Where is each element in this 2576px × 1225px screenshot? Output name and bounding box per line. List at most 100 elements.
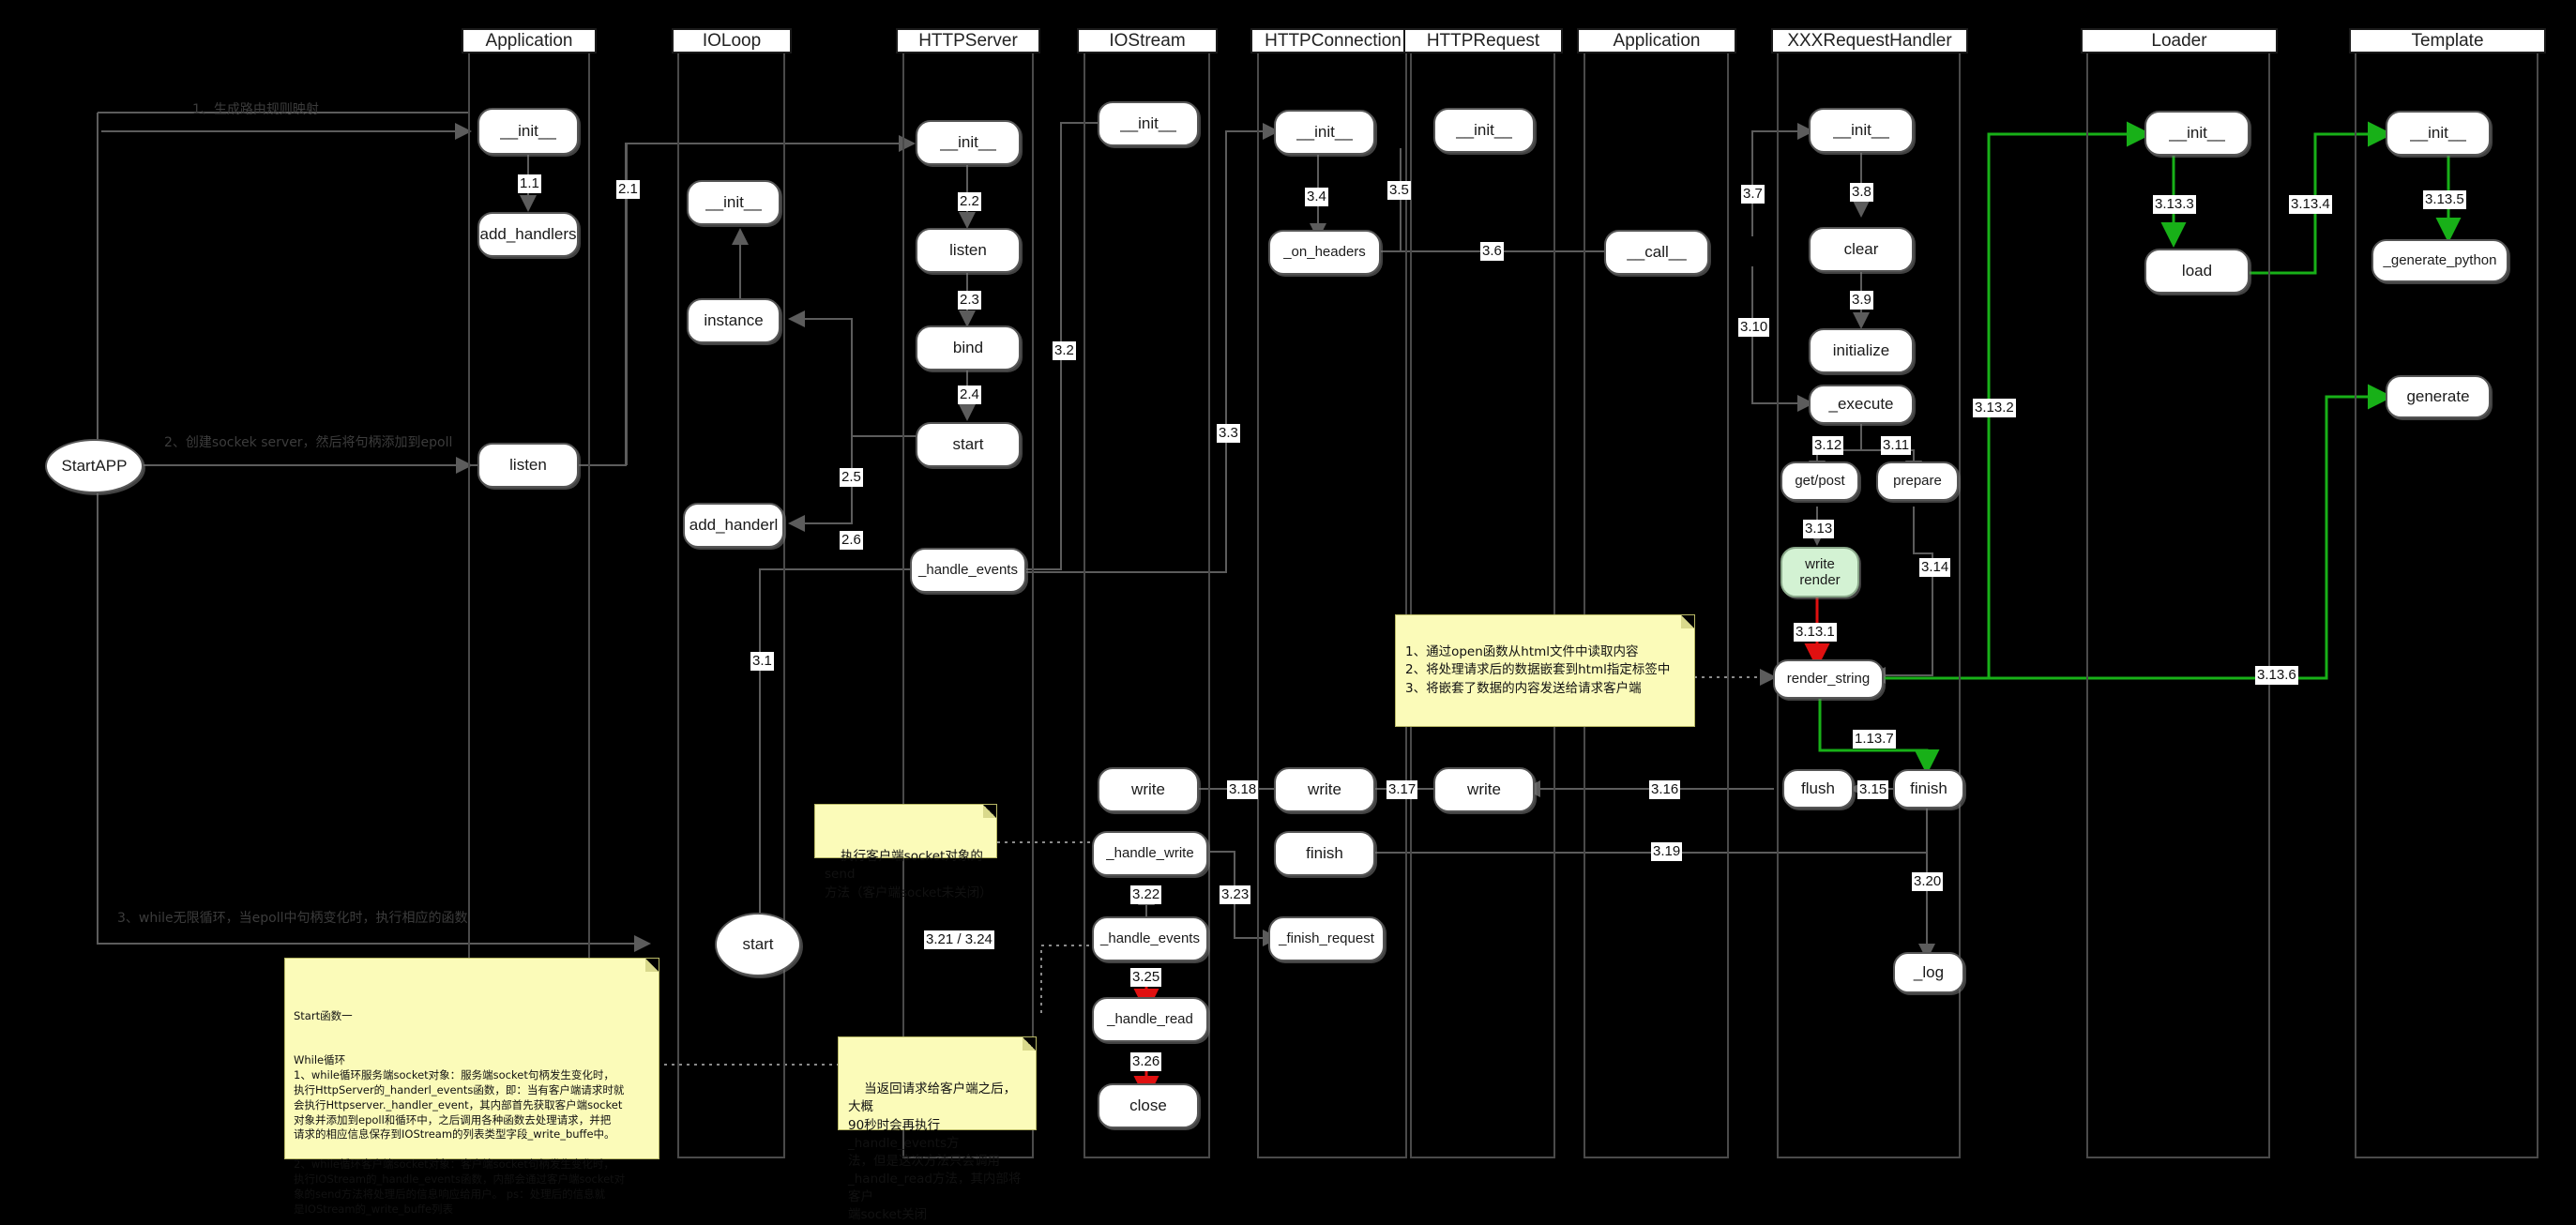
node-label: bind [952,339,984,357]
note-start-header: Start函数一 [294,1008,353,1022]
node-label: add_handlers [479,225,577,244]
node-label: get/post [1795,473,1845,490]
node-httpserver-handle-events[interactable]: _handle_events [910,548,1026,593]
edge-label-3-8: 3.8 [1850,183,1873,202]
lane-label: Loader [2151,30,2207,51]
lane-header-httprequest: HTTPRequest [1403,28,1563,53]
edge-label-3-18: 3.18 [1227,780,1259,799]
node-httpserver-start[interactable]: start [916,422,1021,467]
node-handler-initialize[interactable]: initialize [1809,328,1914,373]
node-handler-get-post[interactable]: get/post [1780,461,1859,501]
node-handler-execute[interactable]: _execute [1809,385,1914,424]
node-httprequest-init[interactable]: __init__ [1433,108,1535,153]
node-label: clear [1843,240,1879,259]
edge-label-3-7: 3.7 [1741,185,1765,204]
edge-label-3-22: 3.22 [1130,885,1162,904]
edge-label-3-13-3: 3.13.3 [2153,195,2196,214]
node-httpconnection-finish-request[interactable]: _finish_request [1268,916,1385,961]
node-application-init[interactable]: __init__ [477,108,579,155]
edge-label-3-21-24: 3.21 / 3.24 [924,930,994,949]
node-handler-log[interactable]: _log [1893,952,1964,993]
edge-label-3-11: 3.11 [1881,436,1912,455]
node-label: _handle_events [918,562,1018,579]
diagram-canvas: Application IOLoop HTTPServer IOStream H… [0,0,2576,1222]
node-handler-flush[interactable]: flush [1782,769,1854,809]
note-fold-corner [1023,1037,1036,1051]
start-node[interactable]: StartAPP [45,439,144,493]
node-iostream-handle-events[interactable]: _handle_events [1092,916,1208,961]
node-label: finish [1306,844,1343,863]
node-label: __init__ [2169,124,2225,143]
node-handler-clear[interactable]: clear [1809,227,1914,272]
node-loader-load[interactable]: load [2144,249,2250,294]
start-node-label: StartAPP [61,457,128,476]
note-fold-corner [645,959,659,972]
edge-label-3-13-6: 3.13.6 [2255,666,2298,685]
node-loader-init[interactable]: __init__ [2144,111,2250,156]
node-iostream-close[interactable]: close [1098,1083,1199,1128]
node-iostream-write[interactable]: write [1098,767,1199,812]
flow-text-step1: 1、生成路由规则映射 [192,102,319,117]
node-httpserver-listen[interactable]: listen [916,228,1021,273]
node-template-generate[interactable]: generate [2386,375,2491,418]
lane-header-iostream: IOStream [1077,28,1218,53]
edge-label-2-6: 2.6 [840,531,863,550]
edge-label-3-1: 3.1 [750,652,774,671]
node-label: _handle_read [1107,1011,1193,1028]
edge-label-3-9: 3.9 [1850,291,1873,310]
edge-label-3-12: 3.12 [1812,436,1844,455]
node-template-init[interactable]: __init__ [2386,111,2491,156]
edge-label-2-5: 2.5 [840,468,863,487]
node-handler-prepare[interactable]: prepare [1876,461,1959,501]
node-iostream-handle-write[interactable]: _handle_write [1092,831,1208,876]
lane-label: Application [485,30,573,51]
edge-label-2-1: 2.1 [616,180,640,199]
lane-body-application2 [1583,52,1729,1158]
edge-label-3-2: 3.2 [1053,341,1076,360]
node-ioloop-instance[interactable]: instance [687,298,780,343]
node-httpconnection-init[interactable]: __init__ [1274,110,1375,155]
node-label: __call__ [1627,243,1687,262]
node-application2-call[interactable]: __call__ [1604,230,1709,275]
lane-body-iostream [1083,52,1210,1158]
lane-body-template [2355,52,2538,1158]
node-handler-finish[interactable]: finish [1893,769,1964,809]
lane-header-ioloop: IOLoop [672,28,792,53]
node-httpconnection-on-headers[interactable]: _on_headers [1268,230,1381,275]
node-ioloop-add-handerl[interactable]: add_handerl [683,503,784,548]
edge-label-2-4: 2.4 [958,386,981,404]
node-handler-render-string[interactable]: render_string [1773,659,1884,699]
node-label: _handle_events [1100,930,1200,947]
edge-label-1-13-7: 1.13.7 [1853,730,1896,749]
note-text: 当返回请求给客户端之后，大概 90秒时会再执行_handle_events方 法… [848,1081,1022,1223]
node-ioloop-init[interactable]: __init__ [687,180,780,225]
lane-header-template: Template [2349,28,2546,53]
node-application-listen[interactable]: listen [477,443,579,488]
lane-header-application1: Application [462,28,597,53]
node-handler-init[interactable]: __init__ [1809,108,1914,153]
node-iostream-init[interactable]: __init__ [1098,101,1199,146]
node-template-generate-python[interactable]: _generate_python [2371,239,2508,282]
node-httpserver-init[interactable]: __init__ [916,120,1021,165]
node-label: _finish_request [1279,930,1374,947]
note-text: 1、通过open函数从html文件中读取内容 2、将处理请求后的数据嵌套到htm… [1405,644,1671,696]
node-application-add-handlers[interactable]: add_handlers [477,212,579,257]
edge-label-3-16: 3.16 [1649,780,1681,799]
lane-header-loader: Loader [2081,28,2278,53]
node-httpserver-bind[interactable]: bind [916,325,1021,371]
node-label: _handle_write [1106,845,1194,862]
edge-label-3-19: 3.19 [1651,842,1683,861]
node-label: instance [704,311,764,330]
node-ioloop-start[interactable]: start [715,913,801,976]
edge-label-3-13: 3.13 [1803,520,1835,538]
node-httpconnection-finish[interactable]: finish [1274,831,1375,876]
edge-label-3-23: 3.23 [1220,885,1251,904]
lane-header-xxxrequesthandler: XXXRequestHandler [1771,28,1968,53]
edge-label-3-3: 3.3 [1217,424,1240,443]
note-render-steps: 1、通过open函数从html文件中读取内容 2、将处理请求后的数据嵌套到htm… [1395,614,1695,727]
node-httpconnection-write[interactable]: write [1274,767,1375,812]
node-iostream-handle-read[interactable]: _handle_read [1092,997,1208,1042]
node-handler-write-render[interactable]: write render [1780,547,1859,597]
node-label: _generate_python [2383,252,2497,269]
node-httprequest-write[interactable]: write [1433,767,1535,812]
